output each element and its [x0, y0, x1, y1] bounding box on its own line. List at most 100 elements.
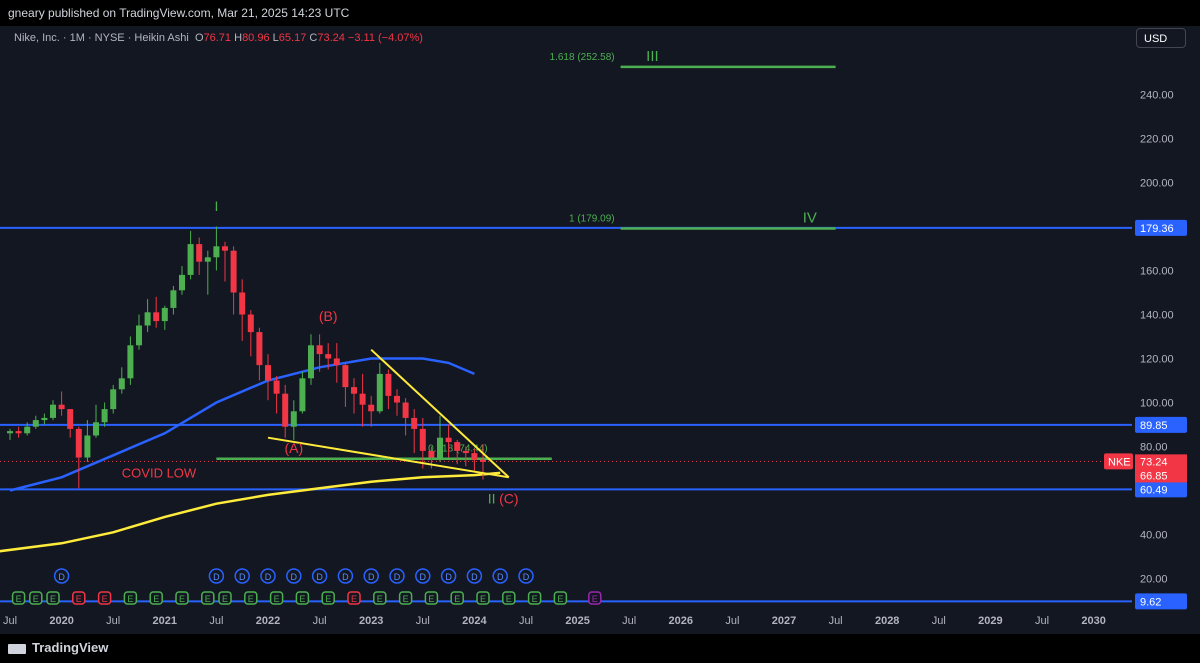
- legend-low: 65.17: [278, 32, 307, 44]
- x-tick-label: 2020: [49, 615, 73, 627]
- candle-body: [359, 393, 366, 405]
- candle-body: [136, 325, 142, 346]
- x-tick-label: Jul: [932, 615, 946, 627]
- tradingview-logo-icon: [8, 643, 26, 654]
- earnings-label: E: [532, 594, 538, 604]
- candle-body: [187, 244, 194, 275]
- candle-body: [368, 404, 375, 412]
- y-tick-label: 100.00: [1140, 398, 1174, 410]
- x-tick-label: 2029: [978, 615, 1002, 627]
- legend-symbol: Nike, Inc. · 1M · NYSE · Heikin Ashi: [14, 32, 189, 44]
- candle-body: [437, 437, 443, 458]
- wave-label: III: [646, 48, 659, 65]
- earnings-label: E: [274, 594, 280, 604]
- y-tick-label: 20.00: [1140, 574, 1168, 586]
- earnings-label: E: [127, 594, 133, 604]
- candle-body: [385, 373, 392, 396]
- tradingview-logo[interactable]: TradingView: [8, 640, 108, 655]
- candle-body: [101, 409, 108, 423]
- dividend-label: D: [471, 572, 478, 582]
- y-tick-label: 220.00: [1140, 134, 1174, 146]
- y-tick-label: 40.00: [1140, 530, 1168, 542]
- earnings-label: E: [480, 594, 486, 604]
- x-tick-label: 2027: [772, 615, 796, 627]
- dividend-label: D: [316, 572, 323, 582]
- candle-body: [213, 246, 220, 258]
- candle-body: [7, 431, 13, 434]
- x-tick-label: Jul: [519, 615, 533, 627]
- earnings-label: E: [325, 594, 331, 604]
- annotation-covidlow: COVID LOW: [122, 465, 197, 480]
- candle-body: [471, 453, 478, 460]
- candle-body: [127, 345, 134, 379]
- horizontal-levels: [0, 226, 1132, 603]
- dividend-label: D: [420, 572, 427, 582]
- candle-body: [445, 437, 452, 443]
- y-tick-label: 240.00: [1140, 90, 1174, 102]
- y-tick-label: 160.00: [1140, 266, 1174, 278]
- x-tick-label: 2025: [565, 615, 589, 627]
- dividend-label: D: [239, 572, 246, 582]
- legend-change: −3.11 (−4.07%): [347, 32, 423, 44]
- x-tick-label: 2028: [875, 615, 899, 627]
- earnings-label: E: [205, 594, 211, 604]
- earnings-label: E: [153, 594, 159, 604]
- candle-body: [230, 250, 237, 293]
- candle-body: [462, 450, 469, 454]
- earnings-label: E: [403, 594, 409, 604]
- candle-body: [222, 246, 228, 251]
- currency-button[interactable]: USD: [1136, 28, 1186, 48]
- annotation-c: (C): [499, 491, 518, 507]
- price-tag-label: 66.85: [1140, 470, 1168, 482]
- earnings-label: E: [16, 594, 22, 604]
- candle-body: [15, 431, 22, 434]
- dividend-label: D: [445, 572, 452, 582]
- candle-body: [84, 435, 91, 458]
- candle-body: [41, 417, 48, 421]
- candle-body: [153, 312, 160, 322]
- candle-body: [67, 409, 74, 429]
- y-tick-label: 120.00: [1140, 354, 1174, 366]
- x-axis: Jul 2020 Jul 2021 Jul 2022 Jul 2023 Jul 2024 Jul 20…: [3, 615, 1106, 627]
- x-tick-label: Jul: [1035, 615, 1049, 627]
- dividend-label: D: [265, 572, 272, 582]
- x-tick-label: 2023: [359, 615, 383, 627]
- footer: [0, 634, 1200, 663]
- candle-body: [24, 426, 31, 434]
- dividend-label: D: [523, 572, 530, 582]
- candle-body: [333, 358, 340, 366]
- candle-body: [110, 389, 117, 410]
- candle-body: [273, 380, 280, 394]
- legend-high: 80.96: [242, 32, 270, 44]
- dividend-label: D: [368, 572, 375, 582]
- y-tick-label: 140.00: [1140, 310, 1174, 322]
- earnings-label: E: [299, 594, 305, 604]
- footer-brand: TradingView: [32, 640, 109, 655]
- x-tick-label: 2024: [462, 615, 487, 627]
- wave-label: IV: [803, 210, 817, 227]
- dividend-label: D: [291, 572, 298, 582]
- price-tags: 179.3689.8560.499.62NKE73.2410d 6h66.85: [1104, 219, 1187, 610]
- earnings-label: E: [76, 594, 82, 604]
- y-tick-label: 200.00: [1140, 178, 1174, 190]
- candle-body: [75, 428, 82, 458]
- candle-body: [256, 332, 263, 366]
- level-price-tag-label: 89.85: [1140, 420, 1168, 432]
- earnings-label: E: [506, 594, 512, 604]
- candle-body: [480, 459, 486, 462]
- candle-body: [196, 244, 203, 262]
- earnings-label: E: [557, 594, 563, 604]
- candle-body: [282, 393, 289, 427]
- x-tick-label: 2030: [1081, 615, 1105, 627]
- earnings-label: E: [351, 594, 357, 604]
- candle-body: [299, 378, 306, 412]
- chart-canvas[interactable]: 1.618 (252.58)III1 (179.09)IV0.618 (74.4…: [0, 0, 1200, 663]
- x-tick-label: Jul: [829, 615, 843, 627]
- annotation-a: (A): [284, 440, 303, 456]
- fib-levels: 1.618 (252.58)III1 (179.09)IV0.618 (74.4…: [216, 48, 836, 460]
- candle-body: [32, 420, 39, 427]
- legend-close: 73.24: [317, 32, 345, 44]
- earnings-label: E: [428, 594, 434, 604]
- candle-body: [290, 411, 297, 427]
- candle-body: [376, 373, 383, 412]
